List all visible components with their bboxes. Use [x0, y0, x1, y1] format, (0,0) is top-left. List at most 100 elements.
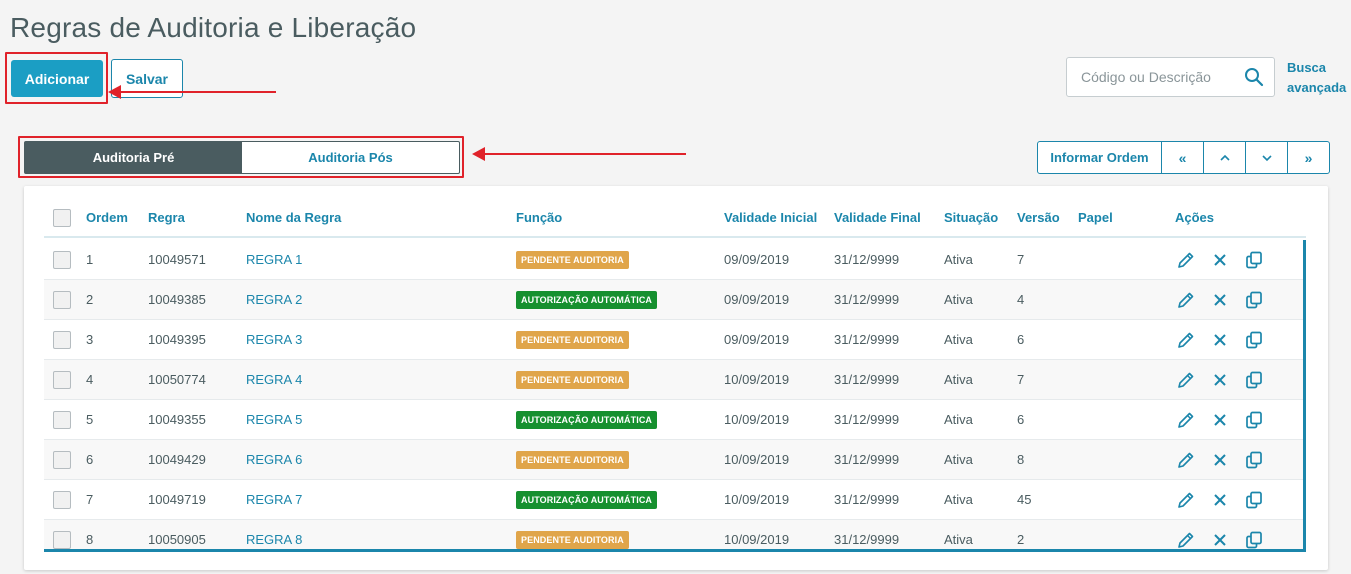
- col-rule-name[interactable]: Nome da Regra: [246, 210, 341, 225]
- chevron-up-icon: [1219, 154, 1230, 161]
- close-icon[interactable]: [1210, 490, 1230, 510]
- row-order: 1: [86, 252, 94, 267]
- table-row[interactable]: 5 10049355 REGRA 5 AUTORIZAÇÃO AUTOMÁTICA 10…: [44, 400, 1303, 440]
- row-order: 2: [86, 292, 94, 307]
- col-valid-to[interactable]: Validade Final: [834, 210, 921, 225]
- col-function[interactable]: Função: [516, 210, 562, 225]
- close-icon[interactable]: [1210, 330, 1230, 350]
- row-rule-name-link[interactable]: REGRA 8: [246, 532, 302, 547]
- table-row[interactable]: 8 10050905 REGRA 8 PENDENTE AUDITORIA 10/09/…: [44, 520, 1303, 549]
- table-row[interactable]: 3 10049395 REGRA 3 PENDENTE AUDITORIA 09/09/…: [44, 320, 1303, 360]
- close-icon[interactable]: [1210, 290, 1230, 310]
- tab-auditoria-pos[interactable]: Auditoria Pós: [242, 142, 459, 173]
- row-checkbox[interactable]: [53, 531, 71, 549]
- row-rule-name-link[interactable]: REGRA 1: [246, 252, 302, 267]
- col-order[interactable]: Ordem: [86, 210, 128, 225]
- advanced-search-link[interactable]: Busca avançada: [1287, 58, 1346, 98]
- row-valid-from: 10/09/2019: [724, 492, 790, 507]
- pencil-icon[interactable]: [1176, 490, 1196, 510]
- close-icon[interactable]: [1210, 530, 1230, 549]
- rules-table-card: Ordem Regra Nome da Regra Função Validad…: [24, 186, 1328, 570]
- row-order: 7: [86, 492, 94, 507]
- add-button[interactable]: Adicionar: [11, 60, 103, 97]
- row-valid-from: 10/09/2019: [724, 412, 790, 427]
- search-icon[interactable]: [1244, 67, 1264, 87]
- pencil-icon[interactable]: [1176, 410, 1196, 430]
- row-valid-to: 31/12/9999: [834, 372, 900, 387]
- search-box: [1066, 57, 1275, 97]
- copy-icon[interactable]: [1244, 410, 1264, 430]
- function-badge: PENDENTE AUDITORIA: [516, 371, 629, 389]
- table-row[interactable]: 6 10049429 REGRA 6 PENDENTE AUDITORIA 10/09/…: [44, 440, 1303, 480]
- row-rule-name-link[interactable]: REGRA 5: [246, 412, 302, 427]
- copy-icon[interactable]: [1244, 450, 1264, 470]
- table-row[interactable]: 1 10049571 REGRA 1 PENDENTE AUDITORIA 09/09/…: [44, 240, 1303, 280]
- row-rule: 10049571: [148, 252, 206, 267]
- tab-auditoria-pre[interactable]: Auditoria Pré: [25, 142, 242, 173]
- advanced-search-line1: Busca: [1287, 60, 1327, 75]
- col-status[interactable]: Situação: [944, 210, 998, 225]
- copy-icon[interactable]: [1244, 530, 1264, 549]
- row-rule-name-link[interactable]: REGRA 6: [246, 452, 302, 467]
- function-badge: PENDENTE AUDITORIA: [516, 451, 629, 469]
- row-rule-name-link[interactable]: REGRA 7: [246, 492, 302, 507]
- copy-icon[interactable]: [1244, 490, 1264, 510]
- row-checkbox[interactable]: [53, 371, 71, 389]
- row-valid-to: 31/12/9999: [834, 492, 900, 507]
- col-valid-from[interactable]: Validade Inicial: [724, 210, 817, 225]
- move-last-button[interactable]: »: [1287, 142, 1329, 173]
- row-checkbox[interactable]: [53, 491, 71, 509]
- row-checkbox[interactable]: [53, 451, 71, 469]
- move-up-button[interactable]: [1203, 142, 1245, 173]
- row-order: 4: [86, 372, 94, 387]
- inform-order-button[interactable]: Informar Ordem: [1038, 142, 1161, 173]
- row-checkbox[interactable]: [53, 411, 71, 429]
- table-row[interactable]: 7 10049719 REGRA 7 AUTORIZAÇÃO AUTOMÁTICA 10…: [44, 480, 1303, 520]
- row-rule-name-link[interactable]: REGRA 3: [246, 332, 302, 347]
- order-toolbar: Informar Ordem « »: [1037, 141, 1330, 174]
- col-version[interactable]: Versão: [1017, 210, 1060, 225]
- function-badge: AUTORIZAÇÃO AUTOMÁTICA: [516, 491, 658, 509]
- move-first-button[interactable]: «: [1161, 142, 1203, 173]
- row-checkbox[interactable]: [53, 331, 71, 349]
- search-input[interactable]: [1081, 67, 1231, 87]
- pencil-icon[interactable]: [1176, 250, 1196, 270]
- copy-icon[interactable]: [1244, 290, 1264, 310]
- table-body: 1 10049571 REGRA 1 PENDENTE AUDITORIA 09/09/…: [44, 240, 1306, 552]
- row-valid-from: 09/09/2019: [724, 332, 790, 347]
- pencil-icon[interactable]: [1176, 290, 1196, 310]
- close-icon[interactable]: [1210, 370, 1230, 390]
- col-rule[interactable]: Regra: [148, 210, 185, 225]
- pencil-icon[interactable]: [1176, 370, 1196, 390]
- row-version: 45: [1017, 492, 1032, 507]
- row-order: 5: [86, 412, 94, 427]
- row-status: Ativa: [944, 452, 973, 467]
- close-icon[interactable]: [1210, 450, 1230, 470]
- row-valid-from: 10/09/2019: [724, 372, 790, 387]
- copy-icon[interactable]: [1244, 250, 1264, 270]
- pencil-icon[interactable]: [1176, 530, 1196, 549]
- row-checkbox[interactable]: [53, 251, 71, 269]
- copy-icon[interactable]: [1244, 370, 1264, 390]
- row-status: Ativa: [944, 292, 973, 307]
- row-order: 3: [86, 332, 94, 347]
- col-role[interactable]: Papel: [1078, 210, 1113, 225]
- row-valid-to: 31/12/9999: [834, 292, 900, 307]
- table-row[interactable]: 4 10050774 REGRA 4 PENDENTE AUDITORIA 10/09/…: [44, 360, 1303, 400]
- row-rule-name-link[interactable]: REGRA 4: [246, 372, 302, 387]
- close-icon[interactable]: [1210, 410, 1230, 430]
- row-valid-to: 31/12/9999: [834, 412, 900, 427]
- page: Regras de Auditoria e Liberação Adiciona…: [0, 0, 1351, 574]
- pencil-icon[interactable]: [1176, 450, 1196, 470]
- row-rule-name-link[interactable]: REGRA 2: [246, 292, 302, 307]
- function-badge: PENDENTE AUDITORIA: [516, 251, 629, 269]
- row-checkbox[interactable]: [53, 291, 71, 309]
- row-version: 8: [1017, 452, 1025, 467]
- move-down-button[interactable]: [1245, 142, 1287, 173]
- table-row[interactable]: 2 10049385 REGRA 2 AUTORIZAÇÃO AUTOMÁTICA 09…: [44, 280, 1303, 320]
- copy-icon[interactable]: [1244, 330, 1264, 350]
- close-icon[interactable]: [1210, 250, 1230, 270]
- function-badge: AUTORIZAÇÃO AUTOMÁTICA: [516, 291, 658, 309]
- select-all-checkbox[interactable]: [53, 209, 71, 227]
- pencil-icon[interactable]: [1176, 330, 1196, 350]
